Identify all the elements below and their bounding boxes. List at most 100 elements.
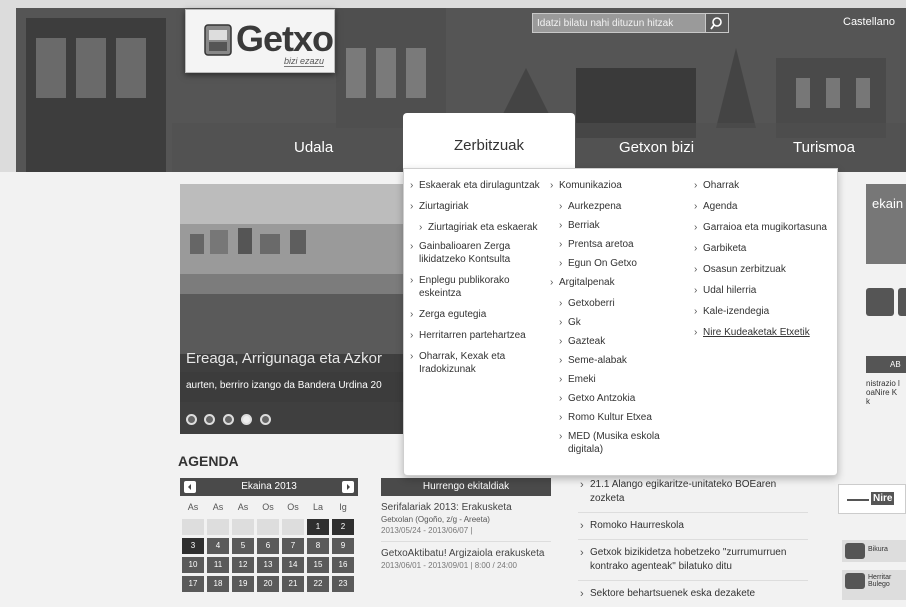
- menu-item[interactable]: Argitalpenak: [550, 276, 686, 289]
- menu-subitem[interactable]: Emeki: [550, 373, 686, 386]
- calendar-day[interactable]: 12: [232, 557, 254, 573]
- news-item[interactable]: Romoko Haurreskola: [578, 519, 808, 540]
- coat-of-arms-icon: [204, 24, 232, 56]
- calendar-day[interactable]: 1: [307, 519, 329, 535]
- calendar-day[interactable]: 4: [207, 538, 229, 554]
- menu-subitem[interactable]: Romo Kultur Etxea: [550, 411, 686, 424]
- administration-box[interactable]: AB nistrazio l oaNire K k: [866, 356, 906, 436]
- menu-item[interactable]: Oharrak: [694, 179, 834, 192]
- event-item[interactable]: GetxoAktibatu! Argizaiola erakusketa 201…: [381, 548, 551, 570]
- calendar-day[interactable]: 14: [282, 557, 304, 573]
- nav-item-udala[interactable]: Udala: [294, 123, 333, 172]
- nav-item-zerbitzuak[interactable]: Zerbitzuak: [403, 113, 575, 172]
- slider-dot[interactable]: [259, 414, 271, 425]
- calendar-weekday: Os: [262, 502, 274, 512]
- news-item[interactable]: 21.1 Alango egikaritze-unitateko BOEaren…: [578, 478, 808, 513]
- calendar-day[interactable]: 16: [332, 557, 354, 573]
- calendar-day[interactable]: 23: [332, 576, 354, 592]
- slider-dot-active[interactable]: [241, 414, 253, 425]
- menu-subitem[interactable]: Gk: [550, 316, 686, 329]
- menu-item[interactable]: Zerga egutegia: [410, 308, 550, 321]
- event-item[interactable]: Serifalariak 2013: Erakusketa Getxolan (…: [381, 502, 551, 535]
- administration-text: k: [866, 397, 870, 406]
- menu-subitem[interactable]: Prentsa aretoa: [550, 238, 686, 251]
- search-button[interactable]: [705, 13, 729, 33]
- news-item[interactable]: Sektore behartsuenek eska dezakete: [578, 587, 808, 607]
- quick-link-label: Bikura: [868, 546, 888, 553]
- social-facebook-icon[interactable]: [866, 288, 894, 316]
- language-link[interactable]: Castellano: [843, 16, 895, 28]
- menu-subitem[interactable]: Gazteak: [550, 335, 686, 348]
- calendar-weekday: As: [212, 502, 224, 512]
- calendar-day[interactable]: 22: [307, 576, 329, 592]
- menu-item[interactable]: Garraioa eta mugikortasuna: [694, 221, 834, 234]
- upcoming-events: Hurrengo ekitaldiak Serifalariak 2013: E…: [381, 478, 551, 570]
- slider-dot[interactable]: [222, 414, 234, 425]
- calendar-day[interactable]: 21: [282, 576, 304, 592]
- menu-item[interactable]: Osasun zerbitzuak: [694, 263, 834, 276]
- news-item[interactable]: Getxok bizikidetza hobetzeko "zurrumurru…: [578, 546, 808, 581]
- menu-lines-icon: [847, 499, 869, 501]
- nav-item-turismoa[interactable]: Turismoa: [793, 123, 855, 172]
- calendar-weekday: Os: [287, 502, 299, 512]
- calendar-empty-day: [232, 519, 254, 535]
- calendar-day[interactable]: 5: [232, 538, 254, 554]
- menu-item[interactable]: Enplegu publikorako eskeintza: [410, 274, 550, 300]
- menu-item[interactable]: Agenda: [694, 200, 834, 213]
- menu-subitem[interactable]: Berriak: [550, 219, 686, 232]
- event-date: 2013/05/24 - 2013/06/07 |: [381, 526, 473, 535]
- event-title[interactable]: GetxoAktibatu! Argizaiola erakusketa: [381, 548, 551, 559]
- event-title[interactable]: Serifalariak 2013: Erakusketa: [381, 502, 551, 513]
- calendar-day[interactable]: 2: [332, 519, 354, 535]
- calendar-day[interactable]: 8: [307, 538, 329, 554]
- previous-month-icon[interactable]: [184, 481, 196, 493]
- social-twitter-icon[interactable]: [898, 288, 906, 316]
- calendar-day[interactable]: 13: [257, 557, 279, 573]
- slider-dot[interactable]: [186, 414, 197, 425]
- nire-kudeaketak-banner[interactable]: Nire: [838, 484, 906, 514]
- calendar-day[interactable]: 11: [207, 557, 229, 573]
- next-month-icon[interactable]: [342, 481, 354, 493]
- quick-link-label: Herritar Bulego: [868, 574, 892, 588]
- menu-subitem[interactable]: Getxoberri: [550, 297, 686, 310]
- calendar-day[interactable]: 19: [232, 576, 254, 592]
- calendar-day[interactable]: 6: [257, 538, 279, 554]
- menu-subitem[interactable]: Ziurtagiriak eta eskaerak: [410, 221, 550, 234]
- people-icon: [845, 573, 865, 589]
- slider-dots: [186, 412, 274, 430]
- calendar-day[interactable]: 9: [332, 538, 354, 554]
- social-links: [866, 288, 906, 318]
- calendar-day[interactable]: 18: [207, 576, 229, 592]
- menu-item[interactable]: Herritarren partehartzea: [410, 329, 550, 342]
- calendar-day[interactable]: 7: [282, 538, 304, 554]
- search-input[interactable]: [533, 14, 705, 32]
- menu-item-nire-kudeaketak[interactable]: Nire Kudeaketak Etxetik: [694, 326, 834, 339]
- nav-item-getxon-bizi[interactable]: Getxon bizi: [619, 123, 694, 172]
- calendar-day[interactable]: 3: [182, 538, 204, 554]
- menu-subitem[interactable]: Aurkezpena: [550, 200, 686, 213]
- calendar-day[interactable]: 20: [257, 576, 279, 592]
- image-slider[interactable]: Ereaga, Arrigunaga eta Azkor aurten, ber…: [180, 184, 408, 434]
- slider-dot[interactable]: [204, 414, 216, 425]
- menu-subitem[interactable]: Egun On Getxo: [550, 257, 686, 270]
- menu-item[interactable]: Udal hilerria: [694, 284, 834, 297]
- menu-item[interactable]: Kale-izendegia: [694, 305, 834, 318]
- menu-item[interactable]: Komunikazioa: [550, 179, 686, 192]
- menu-item[interactable]: Ziurtagiriak: [410, 200, 550, 213]
- calendar-day[interactable]: 10: [182, 557, 204, 573]
- site-logo[interactable]: Getxo bizi ezazu: [185, 9, 335, 73]
- menu-item[interactable]: Oharrak, Kexak eta Iradokizunak: [410, 350, 550, 376]
- calendar-day[interactable]: 17: [182, 576, 204, 592]
- slider-title[interactable]: Ereaga, Arrigunaga eta Azkor: [186, 350, 382, 367]
- weather-month: ekain: [872, 196, 904, 211]
- calendar-day[interactable]: 15: [307, 557, 329, 573]
- quick-link-bikura[interactable]: Bikura: [842, 540, 906, 562]
- menu-item[interactable]: Eskaerak eta dirulaguntzak: [410, 179, 550, 192]
- menu-item[interactable]: Gainbalioaren Zerga likidatzeko Kontsult…: [410, 240, 550, 266]
- menu-subitem[interactable]: MED (Musika eskola digitala): [550, 430, 686, 456]
- calendar-widget: Ekaina 2013 As As As Os Os La Ig 1 2 3 4 5 6 7 8 9 10 11 1…: [180, 478, 358, 592]
- menu-subitem[interactable]: Getxo Antzokia: [550, 392, 686, 405]
- menu-item[interactable]: Garbiketa: [694, 242, 834, 255]
- menu-subitem[interactable]: Seme-alabak: [550, 354, 686, 367]
- quick-link-herritar[interactable]: Herritar Bulego: [842, 570, 906, 600]
